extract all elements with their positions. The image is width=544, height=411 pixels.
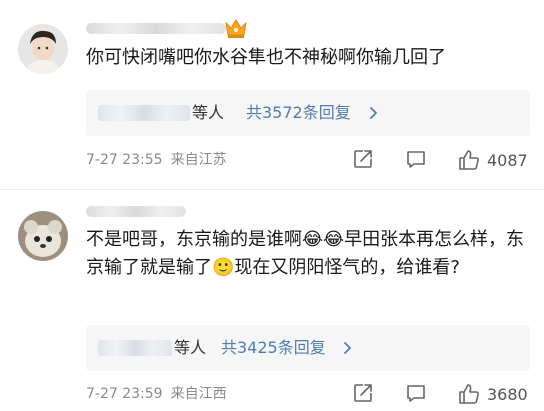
- reply-count-link[interactable]: 共3572条回复: [246, 102, 351, 124]
- like-button[interactable]: 4087: [457, 148, 528, 172]
- share-icon: [352, 148, 374, 170]
- comment-item: 你可快闭嘴吧你水谷隼也不神秘啊你输几回了 等人 共3572条回复 7-27 23…: [0, 0, 544, 190]
- reply-users-blurred: [98, 340, 172, 356]
- comment-meta: 7-27 23:59 来自江西: [86, 384, 235, 404]
- comment-button[interactable]: [405, 382, 427, 404]
- reply-count-link[interactable]: 共3425条回复: [221, 337, 326, 359]
- comment-item: 不是吧哥，东京输的是谁啊😂😂早田张本再怎么样，东京输了就是输了🙂现在又阴阳怪气的…: [0, 190, 544, 411]
- comment-icon: [405, 382, 427, 404]
- like-count: 3680: [487, 384, 528, 404]
- like-icon: [457, 148, 481, 172]
- share-icon: [352, 382, 374, 404]
- comment-text: 你可快闭嘴吧你水谷隼也不神秘啊你输几回了: [86, 47, 446, 68]
- comment-button[interactable]: [405, 148, 427, 170]
- share-button[interactable]: [352, 148, 374, 170]
- username-blurred[interactable]: [86, 206, 186, 217]
- comment-time: 7-27 23:59: [86, 386, 163, 402]
- comment-time: 7-27 23:55: [86, 152, 163, 168]
- like-button[interactable]: 3680: [457, 382, 528, 406]
- crown-icon: [224, 17, 248, 39]
- comment-text: 不是吧哥，东京输的是谁啊😂😂早田张本再怎么样，东京输了就是输了🙂现在又阴阳怪气的…: [86, 229, 525, 278]
- chevron-right-icon: [368, 104, 380, 122]
- like-icon: [457, 382, 481, 406]
- comment-icon: [405, 148, 427, 170]
- username-blurred[interactable]: [86, 23, 226, 34]
- reply-summary[interactable]: 等人 共3572条回复: [86, 90, 530, 136]
- share-button[interactable]: [352, 382, 374, 404]
- avatar[interactable]: [18, 24, 68, 74]
- reply-summary[interactable]: 等人 共3425条回复: [86, 325, 530, 371]
- comment-location: 来自江西: [170, 386, 227, 402]
- reply-users-blurred: [98, 105, 190, 121]
- reply-suffix: 等人: [174, 338, 207, 357]
- comment-location: 来自江苏: [170, 152, 227, 168]
- reply-suffix: 等人: [192, 103, 225, 122]
- chevron-right-icon: [342, 339, 354, 357]
- comment-meta: 7-27 23:55 来自江苏: [86, 150, 235, 170]
- avatar[interactable]: [18, 211, 68, 261]
- like-count: 4087: [487, 150, 528, 170]
